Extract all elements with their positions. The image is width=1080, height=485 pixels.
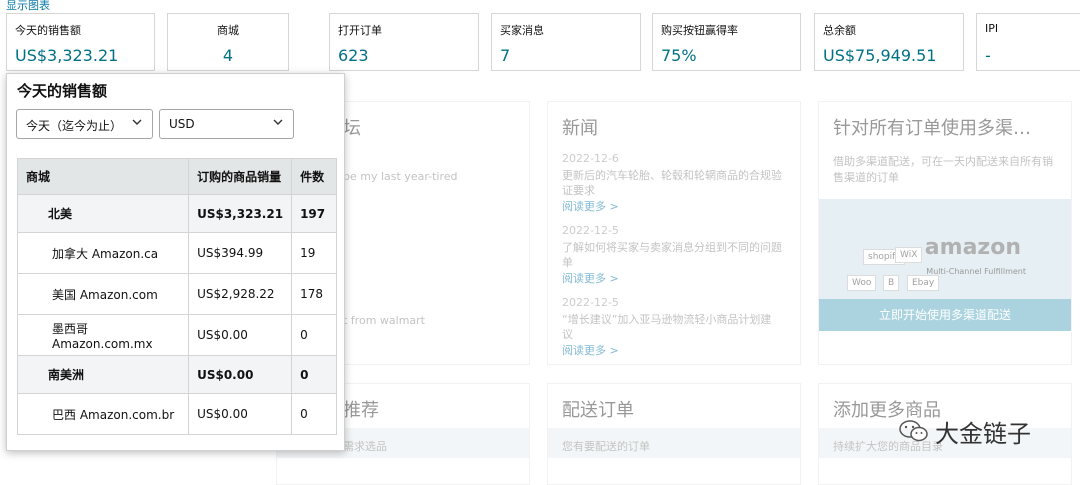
table-row: 巴西 Amazon.com.br US$0.00 0: [16, 393, 337, 435]
units-value: 0: [291, 393, 337, 435]
units-value: 178: [291, 273, 337, 315]
card-title: 坛: [343, 118, 361, 139]
sales-value: US$0.00: [188, 355, 293, 394]
card-title: 针对所有订单使用多渠…: [833, 118, 1031, 139]
news-date: 2022-12-5: [562, 224, 619, 237]
metric-buy-box-rate[interactable]: 购买按钮赢得率 75%: [652, 13, 801, 71]
news-headline[interactable]: “增长建议”加入亚马逊物流轻小商品计划建议: [562, 312, 782, 342]
table-row: 南美洲 US$0.00 0: [16, 355, 337, 394]
news-card: 新闻 2022-12-6 更新后的汽车轮胎、轮毂和轮辋商品的合规验证要求 阅读更…: [547, 101, 801, 365]
metric-label: 今天的销售额: [15, 24, 81, 37]
metric-open-orders[interactable]: 打开订单 623: [329, 13, 479, 71]
mcf-card: 针对所有订单使用多渠… 借助多渠道配送，可在一天内配送来自所有销售渠道的订单 a…: [818, 101, 1072, 365]
mcf-subtitle: Multi-Channel Fulfillment: [926, 267, 1026, 276]
show-chart-link[interactable]: 显示图表: [6, 0, 50, 13]
column-header: 件数: [291, 158, 337, 195]
units-value: 19: [291, 232, 337, 274]
metric-value: 7: [500, 46, 511, 65]
card-subtitle: 需求选品: [343, 440, 387, 453]
card-subtitle: 您有要配送的订单: [562, 440, 650, 453]
card-title: 配送订单: [562, 400, 634, 421]
card-title: 新闻: [562, 118, 598, 139]
metric-total-balance[interactable]: 总余额 US$75,949.51: [814, 13, 964, 71]
metric-todays-sales[interactable]: 今天的销售额 US$3,323.21: [6, 13, 155, 71]
metric-label: 买家消息: [500, 24, 544, 37]
marketplace-name: 巴西 Amazon.com.br: [16, 393, 190, 435]
units-value: 197: [291, 194, 337, 233]
table-row: 墨西哥 Amazon.com.mx US$0.00 0: [16, 314, 337, 356]
forum-post[interactable]: t from walmart: [343, 314, 425, 327]
read-more-link[interactable]: 阅读更多 >: [562, 270, 619, 286]
woo-chip: Woo: [847, 275, 877, 291]
metric-value: US$75,949.51: [823, 46, 937, 65]
bigcommerce-chip: B: [883, 275, 900, 291]
metric-label: 商城: [217, 24, 239, 37]
sales-value: US$0.00: [188, 314, 293, 356]
units-value: 0: [291, 355, 337, 394]
period-select-value: 今天（迄今为止）: [26, 119, 123, 133]
metric-value: US$3,323.21: [15, 46, 119, 65]
news-date: 2022-12-6: [562, 152, 619, 165]
table-row: 北美 US$3,323.21 197: [16, 194, 337, 233]
metric-label: 总余额: [823, 24, 856, 37]
wechat-icon: [899, 420, 928, 442]
marketplace-name: 墨西哥 Amazon.com.mx: [16, 314, 190, 356]
ebay-chip: Ebay: [907, 275, 940, 291]
metric-value: 4: [222, 46, 234, 65]
ship-orders-card[interactable]: 配送订单 您有要配送的订单: [547, 383, 801, 485]
sales-value: US$3,323.21: [188, 194, 293, 233]
chevron-down-icon: [132, 119, 142, 125]
sales-value: US$2,928.22: [188, 273, 293, 315]
table-row: 美国 Amazon.com US$2,928.22 178: [16, 273, 337, 315]
metric-label: 购买按钮赢得率: [661, 24, 738, 37]
mcf-banner: amazon Multi-Channel Fulfillment shopify…: [819, 199, 1071, 331]
currency-select-value: USD: [169, 117, 195, 131]
column-header: 商城: [16, 158, 190, 195]
mcf-description: 借助多渠道配送，可在一天内配送来自所有销售渠道的订单: [833, 155, 1053, 184]
news-date: 2022-12-5: [562, 296, 619, 309]
read-more-link[interactable]: 阅读更多 >: [562, 198, 619, 214]
metric-label: 打开订单: [338, 24, 382, 37]
metric-value: -: [985, 46, 991, 65]
column-header: 订购的商品销量: [188, 158, 293, 195]
units-value: 0: [291, 314, 337, 356]
metric-value: 75%: [661, 46, 697, 65]
marketplace-name: 北美: [16, 194, 190, 233]
marketplace-name: 南美洲: [16, 355, 190, 394]
currency-select[interactable]: USD: [159, 109, 294, 139]
news-headline[interactable]: 更新后的汽车轮胎、轮毂和轮辋商品的合规验证要求: [562, 168, 782, 198]
sales-value: US$394.99: [188, 232, 293, 274]
news-headline[interactable]: 了解如何将买家与卖家消息分组到不同的问题单: [562, 240, 782, 270]
period-select[interactable]: 今天（迄今为止）: [16, 109, 153, 139]
forum-post[interactable]: be my last year-tired: [343, 170, 458, 183]
metric-value: 623: [338, 46, 369, 65]
sales-value: US$0.00: [188, 393, 293, 435]
metric-marketplaces[interactable]: 商城 4: [167, 13, 289, 71]
sales-table: 商城 订购的商品销量 件数 北美 US$3,323.21 197 加拿大 Ama…: [16, 158, 337, 435]
marketplace-name: 加拿大 Amazon.ca: [16, 232, 190, 274]
amazon-logo: amazon: [924, 235, 1021, 260]
table-row: 加拿大 Amazon.ca US$394.99 19: [16, 232, 337, 274]
metric-buyer-messages[interactable]: 买家消息 7: [491, 13, 641, 71]
card-title: 推荐: [343, 400, 379, 421]
popup-title: 今天的销售额: [17, 82, 108, 100]
watermark-text: 大金链子: [935, 420, 1031, 448]
read-more-link[interactable]: 阅读更多 >: [562, 342, 619, 358]
metric-label: IPI: [985, 22, 999, 35]
marketplace-name: 美国 Amazon.com: [16, 273, 190, 315]
sales-popup: 今天的销售额 今天（迄今为止） USD 商城 订购的商品销量 件数 北美 US$…: [6, 73, 345, 451]
chevron-down-icon: [273, 119, 283, 125]
wix-chip: WiX: [895, 247, 923, 263]
mcf-start-button[interactable]: 立即开始使用多渠道配送: [819, 299, 1071, 331]
table-header-row: 商城 订购的商品销量 件数: [16, 158, 337, 195]
metric-ipi[interactable]: IPI -: [976, 13, 1080, 71]
